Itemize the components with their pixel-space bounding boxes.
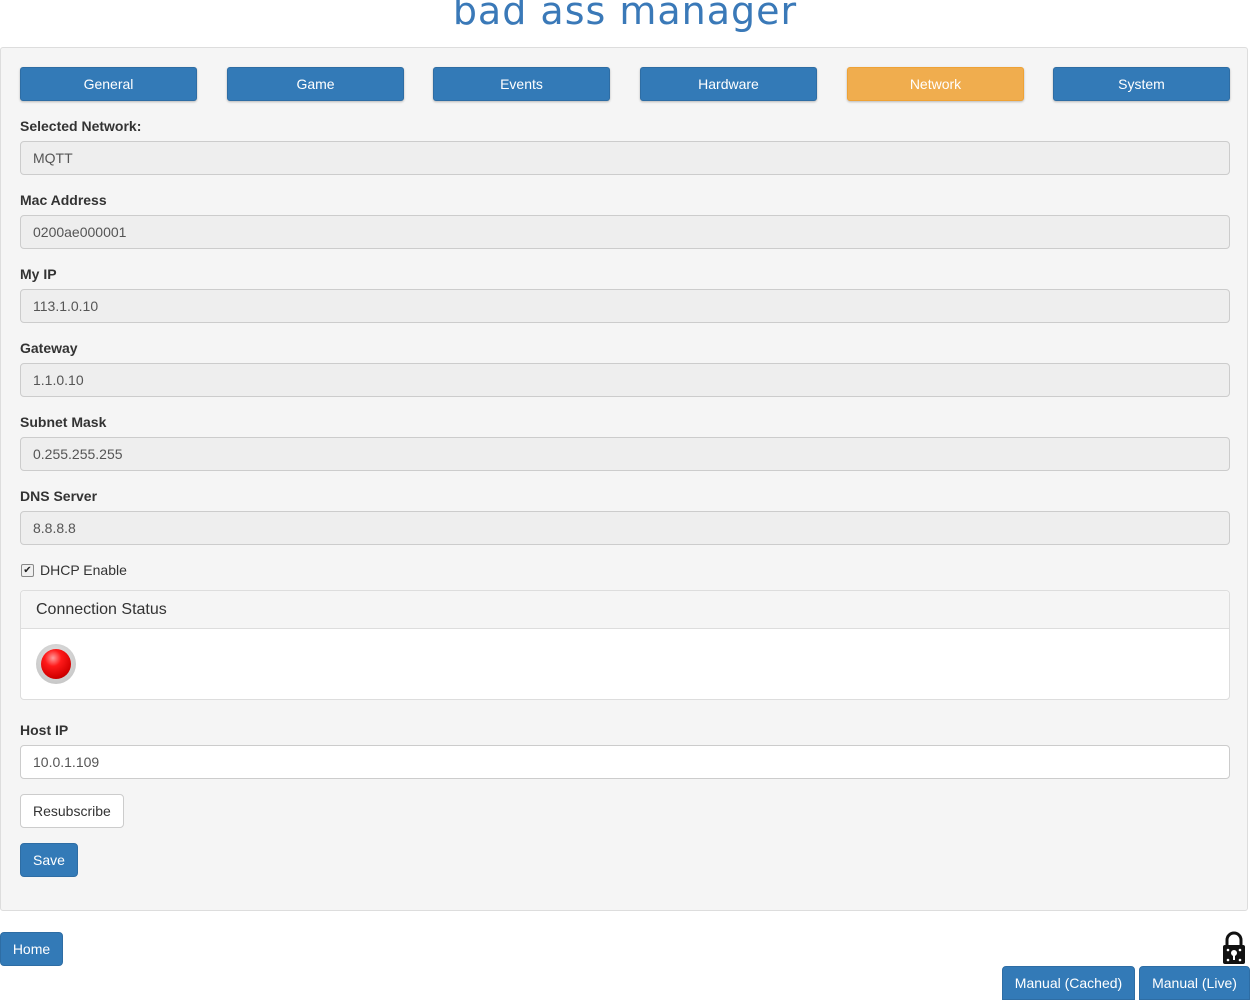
tab-general[interactable]: General [20, 67, 197, 101]
dhcp-enable-label: DHCP Enable [40, 562, 127, 578]
app-title: bad ass manager [452, 0, 798, 33]
connection-status-panel: Connection Status [20, 590, 1230, 700]
resubscribe-button[interactable]: Resubscribe [20, 794, 124, 828]
status-led-icon [41, 649, 71, 679]
selected-network-label: Selected Network: [20, 118, 142, 134]
status-led-bezel [36, 644, 76, 684]
gateway-field: 1.1.0.10 [20, 363, 1230, 397]
tab-system[interactable]: System [1053, 67, 1230, 101]
tab-game[interactable]: Game [227, 67, 404, 101]
home-button[interactable]: Home [0, 932, 63, 966]
gateway-label: Gateway [20, 340, 78, 356]
dns-server-field: 8.8.8.8 [20, 511, 1230, 545]
manual-live-button[interactable]: Manual (Live) [1139, 966, 1250, 1000]
padlock-icon[interactable] [1221, 931, 1247, 965]
tab-network[interactable]: Network [847, 67, 1024, 101]
mac-address-label: Mac Address [20, 192, 107, 208]
settings-panel: General Game Events Hardware Network Sys… [0, 47, 1248, 911]
mac-address-field: 0200ae000001 [20, 215, 1230, 249]
save-button[interactable]: Save [20, 843, 78, 877]
selected-network-field: MQTT [20, 141, 1230, 175]
connection-status-heading: Connection Status [21, 591, 1229, 629]
subnet-mask-label: Subnet Mask [20, 414, 107, 430]
my-ip-field: 113.1.0.10 [20, 289, 1230, 323]
host-ip-input[interactable]: 10.0.1.109 [20, 745, 1230, 779]
dhcp-enable-checkbox[interactable]: ✔ [21, 564, 34, 577]
subnet-mask-field: 0.255.255.255 [20, 437, 1230, 471]
dns-server-label: DNS Server [20, 488, 98, 504]
my-ip-label: My IP [20, 266, 57, 282]
tab-events[interactable]: Events [433, 67, 610, 101]
tab-hardware[interactable]: Hardware [640, 67, 817, 101]
manual-cached-button[interactable]: Manual (Cached) [1002, 966, 1135, 1000]
host-ip-label: Host IP [20, 722, 69, 738]
